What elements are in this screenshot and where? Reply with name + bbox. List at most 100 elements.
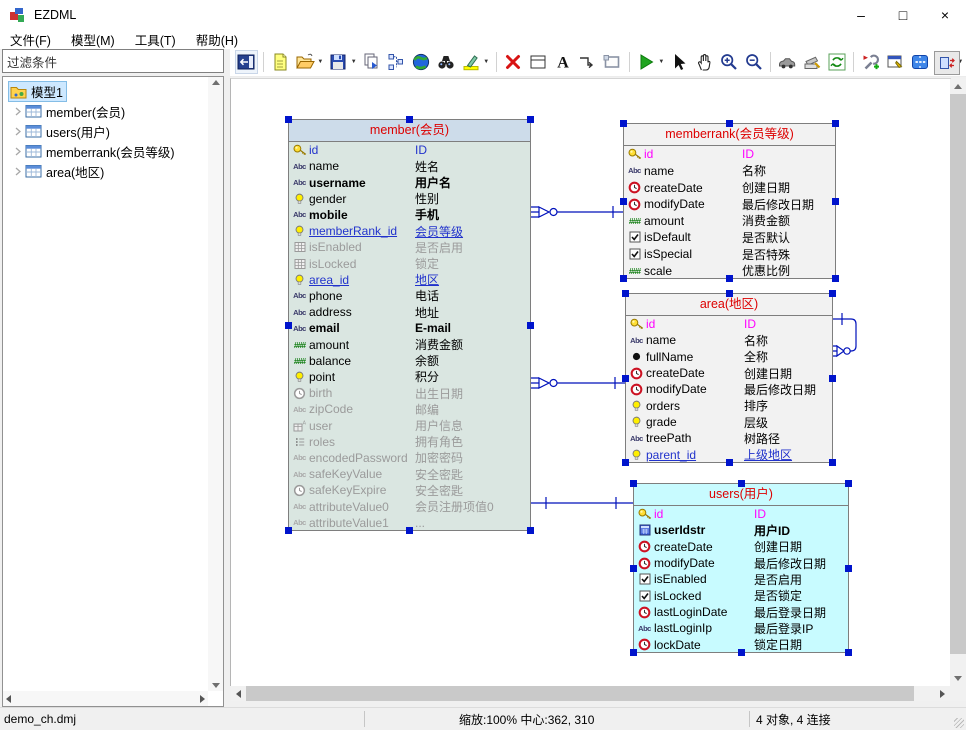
pan-tool-button[interactable] (693, 50, 716, 74)
export-image-button[interactable] (801, 50, 824, 74)
selection-handle-bm[interactable] (738, 649, 745, 656)
scroll-down-icon[interactable] (951, 671, 966, 686)
field-row-email[interactable]: AbcemailE-mail (289, 320, 530, 336)
selection-handle-tr[interactable] (829, 290, 836, 297)
selection-handle-ml[interactable] (622, 375, 629, 382)
find-button[interactable] (435, 50, 458, 74)
selection-handle-br[interactable] (829, 459, 836, 466)
selection-handle-br[interactable] (832, 275, 839, 282)
selection-handle-tl[interactable] (285, 116, 292, 123)
run-button[interactable] (635, 50, 658, 74)
tree-root-model[interactable]: 模型1 (3, 81, 223, 101)
expander-icon[interactable] (11, 107, 25, 116)
connector-member-users[interactable] (531, 497, 633, 509)
selection-handle-bl[interactable] (622, 459, 629, 466)
preview-button[interactable] (776, 50, 799, 74)
new-connector-button[interactable] (576, 50, 599, 74)
entity-area[interactable]: area(地区)idIDAbcname名称fullName全称createDat… (625, 293, 833, 463)
delete-button[interactable] (502, 50, 525, 74)
tree-item-memberrank[interactable]: memberrank(会员等级) (3, 141, 223, 161)
selection-handle-ml[interactable] (620, 198, 627, 205)
scroll-left-icon[interactable] (231, 686, 246, 701)
entity-title[interactable]: users(用户) (634, 484, 848, 506)
field-row-encodedPassword[interactable]: AbcencodedPassword加密密码 (289, 450, 530, 466)
highlight-pen-dropdown-arrow[interactable]: ▼ (483, 59, 492, 65)
expander-icon[interactable] (11, 147, 25, 156)
scroll-left-icon[interactable] (6, 695, 11, 703)
field-row-roles[interactable]: roles拥有角色 (289, 434, 530, 450)
selection-handle-bm[interactable] (726, 459, 733, 466)
selection-handle-tm[interactable] (726, 120, 733, 127)
scroll-up-icon[interactable] (212, 80, 220, 85)
field-row-id[interactable]: idID (624, 146, 835, 163)
selection-handle-br[interactable] (845, 649, 852, 656)
field-row-createDate[interactable]: createDate创建日期 (626, 365, 832, 381)
add-field-button[interactable] (859, 50, 882, 74)
select-tool-button[interactable] (668, 50, 691, 74)
diagram-canvas[interactable]: member(会员)idIDAbcname姓名Abcusername用户名gen… (230, 78, 951, 686)
toggle-sidebar-button[interactable] (235, 50, 258, 74)
expander-icon[interactable] (11, 127, 25, 136)
selection-handle-mr[interactable] (832, 198, 839, 205)
scroll-right-icon[interactable] (935, 686, 950, 701)
field-row-isEnabled[interactable]: isEnabled是否启用 (634, 571, 848, 587)
field-row-grade[interactable]: grade层级 (626, 414, 832, 430)
field-row-balance[interactable]: ###balance余额 (289, 353, 530, 369)
field-row-isLocked[interactable]: isLocked是否锁定 (634, 588, 848, 604)
field-row-username[interactable]: Abcusername用户名 (289, 174, 530, 190)
entity-title[interactable]: member(会员) (289, 120, 530, 142)
selection-handle-ml[interactable] (630, 565, 637, 572)
field-row-modifyDate[interactable]: modifyDate最后修改日期 (634, 555, 848, 571)
field-row-userIdstr[interactable]: userIdstr用户ID (634, 522, 848, 538)
save-model-button[interactable] (327, 50, 350, 74)
maximize-button[interactable]: □ (882, 0, 924, 30)
field-row-area_id[interactable]: area_id地区 (289, 272, 530, 288)
tree-nodes-view-button[interactable] (385, 50, 408, 74)
tree-horizontal-scrollbar[interactable] (3, 691, 208, 706)
selection-handle-tm[interactable] (406, 116, 413, 123)
selection-handle-tr[interactable] (832, 120, 839, 127)
field-row-orders[interactable]: orders排序 (626, 398, 832, 414)
field-row-amount[interactable]: ###amount消费金额 (624, 213, 835, 230)
field-row-modifyDate[interactable]: modifyDate最后修改日期 (626, 381, 832, 397)
zoom-out-button[interactable] (742, 50, 765, 74)
run-dropdown-arrow[interactable]: ▼ (658, 59, 667, 65)
minimize-button[interactable]: – (840, 0, 882, 30)
field-row-isLocked[interactable]: isLocked锁定 (289, 255, 530, 271)
field-row-birth[interactable]: birth出生日期 (289, 385, 530, 401)
refresh-button[interactable] (826, 50, 849, 74)
selection-handle-bl[interactable] (620, 275, 627, 282)
field-row-point[interactable]: point积分 (289, 369, 530, 385)
connector-member-memberrank[interactable] (531, 206, 623, 218)
fit-selection-button[interactable] (909, 50, 932, 74)
entity-memberrank[interactable]: memberrank(会员等级)idIDAbcname名称createDate创… (623, 123, 836, 279)
menu-file[interactable]: 文件(F) (0, 29, 61, 50)
entity-member[interactable]: member(会员)idIDAbcname姓名Abcusername用户名gen… (288, 119, 531, 531)
scroll-right-icon[interactable] (200, 695, 205, 703)
selection-handle-tl[interactable] (620, 120, 627, 127)
field-row-mobile[interactable]: Abcmobile手机 (289, 207, 530, 223)
new-table-button[interactable] (526, 50, 549, 74)
selection-handle-ml[interactable] (285, 322, 292, 329)
selection-handle-bl[interactable] (630, 649, 637, 656)
field-row-treePath[interactable]: AbctreePath树路径 (626, 430, 832, 446)
field-row-user[interactable]: Auser用户信息 (289, 417, 530, 433)
field-row-isDefault[interactable]: isDefault是否默认 (624, 229, 835, 246)
selection-handle-tl[interactable] (622, 290, 629, 297)
tree-vertical-scrollbar[interactable] (208, 77, 223, 691)
selection-handle-bl[interactable] (285, 527, 292, 534)
field-row-safeKeyExpire[interactable]: safeKeyExpire安全密匙 (289, 482, 530, 498)
zoom-in-button[interactable] (717, 50, 740, 74)
field-row-safeKeyValue[interactable]: AbcsafeKeyValue安全密匙 (289, 466, 530, 482)
selection-handle-tm[interactable] (738, 480, 745, 487)
field-row-id[interactable]: idID (626, 316, 832, 332)
scroll-up-icon[interactable] (951, 79, 966, 94)
selection-handle-bm[interactable] (726, 275, 733, 282)
field-row-id[interactable]: idID (634, 506, 848, 522)
field-row-attributeValue0[interactable]: AbcattributeValue0会员注册项值0 (289, 498, 530, 514)
field-row-lastLoginDate[interactable]: lastLoginDate最后登录日期 (634, 604, 848, 620)
connector-member-area[interactable] (531, 377, 625, 389)
horizontal-scroll-thumb[interactable] (246, 686, 914, 701)
field-row-id[interactable]: idID (289, 142, 530, 158)
selection-handle-br[interactable] (527, 527, 534, 534)
